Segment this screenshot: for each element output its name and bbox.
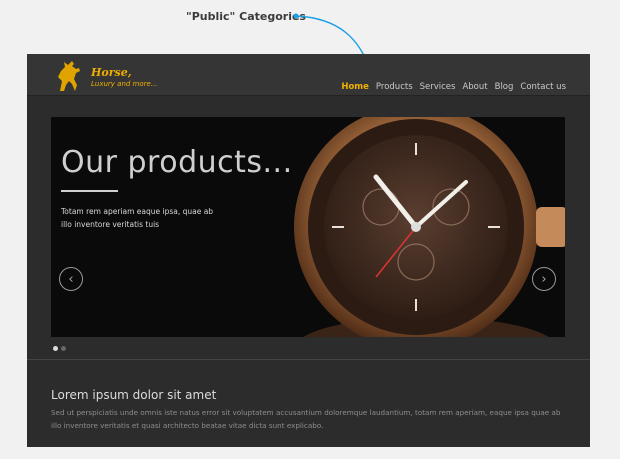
- slide-text: Totam rem aperiam eaque ipsa, quae ab il…: [61, 207, 214, 229]
- slider-dot-2[interactable]: [61, 346, 66, 351]
- logo-subtitle: Luxury and more...: [91, 80, 158, 88]
- nav-item-contact[interactable]: Contact us: [520, 82, 566, 92]
- nav-item-services[interactable]: Services: [420, 82, 456, 92]
- website-frame: Horse, Luxury and more... Home Products …: [27, 54, 590, 447]
- logo-title[interactable]: Horse,: [91, 66, 132, 79]
- nav-item-blog[interactable]: Blog: [495, 82, 514, 92]
- slider-next-button[interactable]: ›: [532, 267, 556, 291]
- section-text: Sed ut perspiciatis unde omnis iste natu…: [51, 408, 561, 430]
- site-header: Horse, Luxury and more... Home Products …: [27, 54, 590, 96]
- slide-title: Our products...: [61, 145, 293, 180]
- horse-logo-icon[interactable]: [52, 57, 86, 93]
- hero-slider: Our products... Totam rem aperiam eaque …: [51, 117, 565, 337]
- slider-prev-button[interactable]: ‹: [59, 267, 83, 291]
- slider-dot-1[interactable]: [53, 346, 58, 351]
- main-nav: Home Products Services About Blog Contac…: [341, 82, 566, 92]
- watch-image: [294, 117, 565, 337]
- chevron-right-icon: ›: [541, 271, 547, 287]
- section-divider: [27, 359, 590, 360]
- slider-pagination: [53, 346, 66, 351]
- nav-item-about[interactable]: About: [462, 82, 487, 92]
- nav-item-home[interactable]: Home: [341, 82, 369, 92]
- nav-item-products[interactable]: Products: [376, 82, 413, 92]
- slide-title-underline: [61, 190, 118, 192]
- chevron-left-icon: ‹: [68, 271, 74, 287]
- annotation-label: "Public" Categories: [186, 10, 306, 23]
- section-title: Lorem ipsum dolor sit amet: [51, 388, 217, 402]
